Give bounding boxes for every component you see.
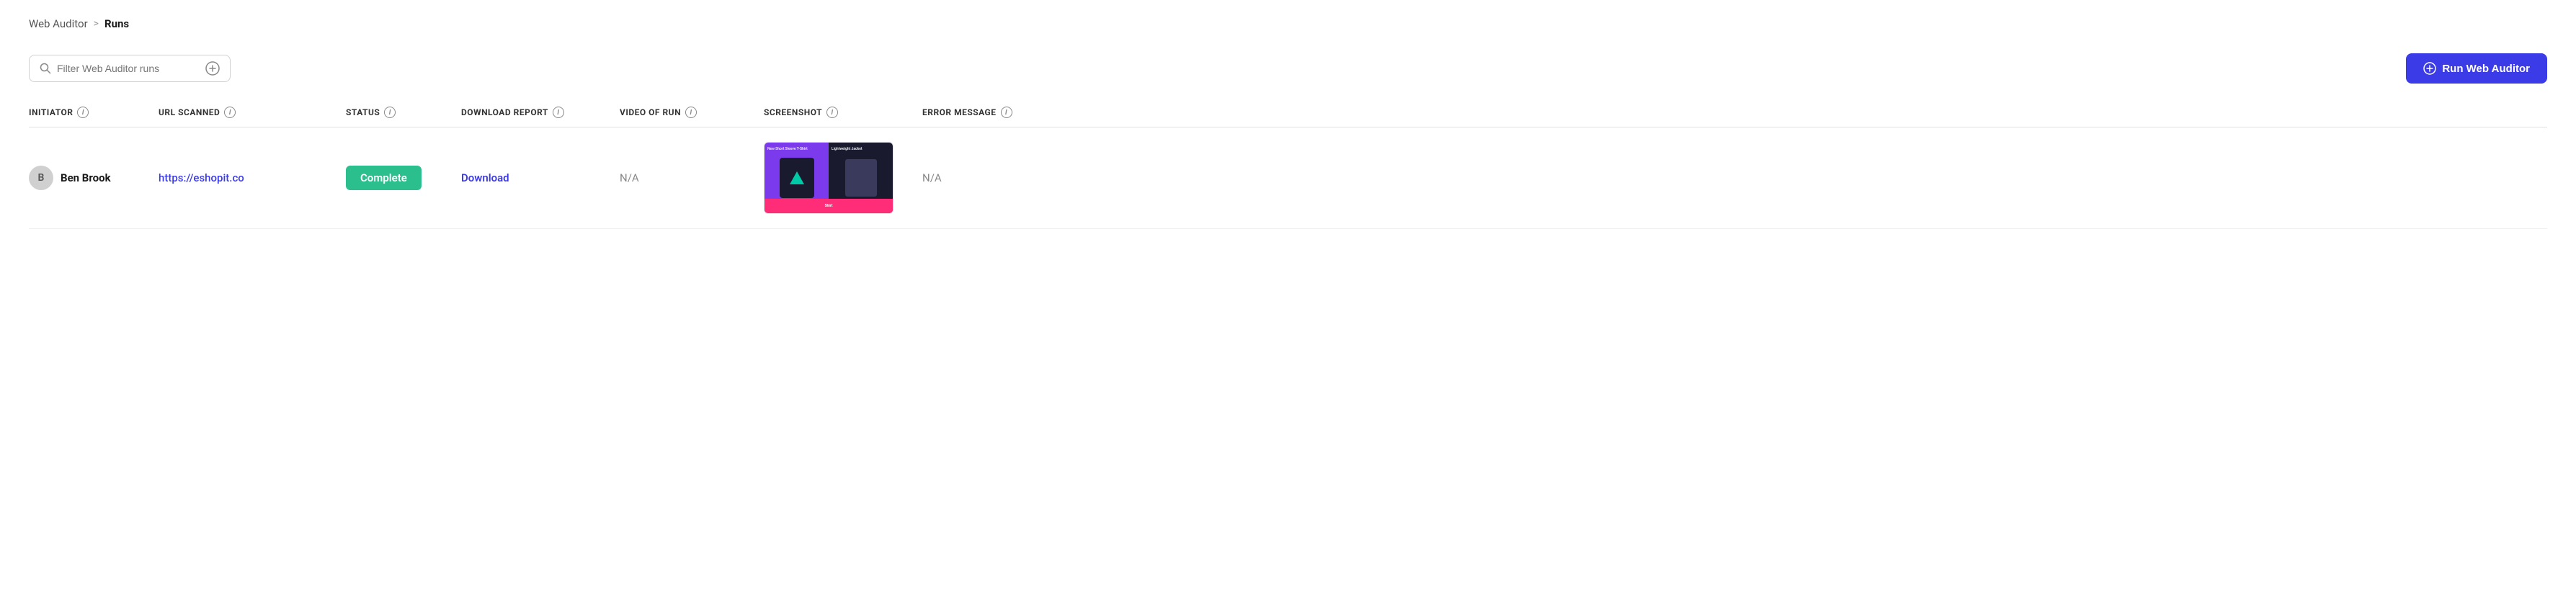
table-row: B Ben Brook https://eshopit.co Complete … [29, 127, 2547, 229]
download-info-icon[interactable]: i [553, 107, 564, 118]
breadcrumb-parent[interactable]: Web Auditor [29, 17, 88, 30]
screenshot-right-label: Lightweight Jacket [832, 147, 890, 151]
download-link[interactable]: Download [461, 171, 509, 184]
screenshot-bottom-bar: Shirt [765, 199, 893, 213]
run-web-auditor-button[interactable]: Run Web Auditor [2406, 53, 2547, 84]
col-header-screenshot: SCREENSHOT i [764, 107, 922, 118]
breadcrumb-current: Runs [104, 17, 129, 30]
table-container: INITIATOR i URL SCANNED i STATUS i DOWNL… [29, 107, 2547, 229]
status-info-icon[interactable]: i [384, 107, 396, 118]
error-na: N/A [922, 171, 942, 184]
add-filter-button[interactable] [205, 61, 220, 76]
screenshot-thumbnail[interactable]: New Short Sleeve T-Shirt Lightweight Jac… [764, 142, 893, 214]
filter-input[interactable] [57, 63, 200, 74]
toolbar: Run Web Auditor [29, 53, 2547, 84]
run-button-label: Run Web Auditor [2442, 63, 2530, 75]
breadcrumb-separator: > [94, 18, 99, 30]
status-badge: Complete [346, 166, 422, 190]
screenshot-bottom-text: Shirt [825, 204, 833, 208]
initiator-info-icon[interactable]: i [77, 107, 89, 118]
table-header: INITIATOR i URL SCANNED i STATUS i DOWNL… [29, 107, 2547, 127]
tshirt-logo [790, 171, 804, 184]
error-cell: N/A [922, 171, 2547, 184]
plus-circle-icon [205, 61, 220, 76]
avatar: B [29, 166, 53, 190]
page-container: Web Auditor > Runs [0, 0, 2576, 246]
col-header-status: STATUS i [346, 107, 461, 118]
video-info-icon[interactable]: i [685, 107, 697, 118]
video-na: N/A [620, 171, 639, 184]
tshirt-body [780, 158, 814, 198]
screenshot-cell: New Short Sleeve T-Shirt Lightweight Jac… [764, 142, 922, 214]
download-cell: Download [461, 171, 620, 184]
status-cell: Complete [346, 166, 461, 190]
initiator-name: Ben Brook [61, 171, 111, 184]
screenshot-info-icon[interactable]: i [826, 107, 838, 118]
url-info-icon[interactable]: i [224, 107, 236, 118]
col-header-error: ERROR MESSAGE i [922, 107, 2547, 118]
plus-circle-icon-button [2423, 62, 2436, 75]
url-cell: https://eshopit.co [159, 171, 346, 184]
breadcrumb: Web Auditor > Runs [29, 17, 2547, 30]
url-link[interactable]: https://eshopit.co [159, 171, 244, 184]
screenshot-left-label: New Short Sleeve T-Shirt [767, 147, 826, 151]
search-icon [40, 63, 51, 74]
col-header-initiator: INITIATOR i [29, 107, 159, 118]
jacket-shape [845, 159, 877, 197]
col-header-video: VIDEO OF RUN i [620, 107, 764, 118]
col-header-url: URL SCANNED i [159, 107, 346, 118]
col-header-download: DOWNLOAD REPORT i [461, 107, 620, 118]
filter-input-wrapper [29, 55, 231, 82]
video-cell: N/A [620, 171, 764, 184]
error-info-icon[interactable]: i [1001, 107, 1012, 118]
initiator-cell: B Ben Brook [29, 166, 159, 190]
